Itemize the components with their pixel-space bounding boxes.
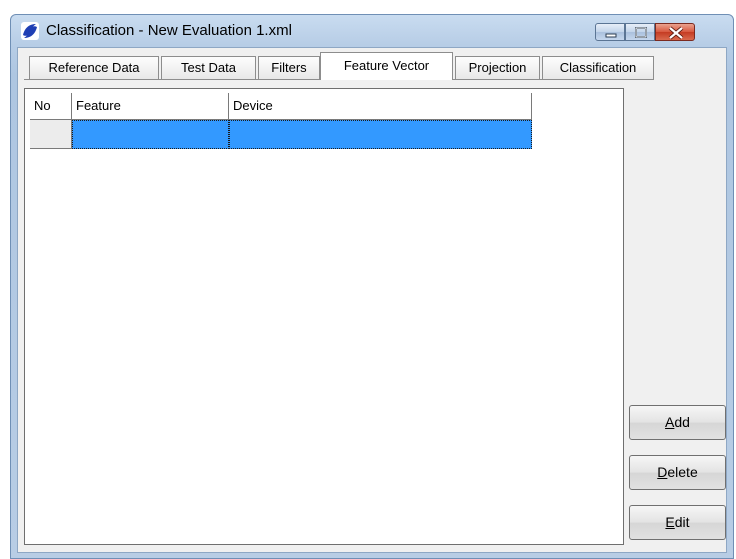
- minimize-icon: [605, 33, 617, 38]
- tab-feature-vector[interactable]: Feature Vector: [320, 52, 453, 80]
- delete-button[interactable]: Delete: [629, 455, 726, 490]
- maximize-button[interactable]: [625, 23, 655, 41]
- column-header-no[interactable]: No: [30, 93, 72, 120]
- window-title: Classification - New Evaluation 1.xml: [46, 22, 292, 39]
- cell-feature[interactable]: [72, 120, 229, 149]
- cell-device[interactable]: [229, 120, 532, 149]
- add-label: dd: [674, 414, 690, 430]
- minimize-button[interactable]: [595, 23, 625, 41]
- add-mnemonic: A: [665, 414, 675, 430]
- delete-mnemonic: D: [657, 464, 668, 480]
- tab-test-data[interactable]: Test Data: [161, 56, 256, 79]
- tab-classification[interactable]: Classification: [542, 56, 654, 79]
- close-icon: [668, 26, 684, 40]
- tab-filters[interactable]: Filters: [258, 56, 320, 79]
- maximize-icon: [635, 27, 647, 38]
- delete-label: elete: [667, 464, 698, 480]
- app-icon[interactable]: [20, 21, 40, 41]
- column-header-device[interactable]: Device: [229, 93, 532, 120]
- edit-mnemonic: E: [665, 514, 675, 530]
- edit-label: dit: [674, 514, 690, 530]
- tab-reference-data[interactable]: Reference Data: [29, 56, 159, 79]
- edit-button[interactable]: Edit: [629, 505, 726, 540]
- row-header[interactable]: [30, 120, 72, 149]
- feature-grid[interactable]: [24, 88, 624, 545]
- close-button[interactable]: [655, 23, 695, 41]
- column-header-feature[interactable]: Feature: [72, 93, 229, 120]
- add-button[interactable]: Add: [629, 405, 726, 440]
- tab-projection[interactable]: Projection: [455, 56, 540, 79]
